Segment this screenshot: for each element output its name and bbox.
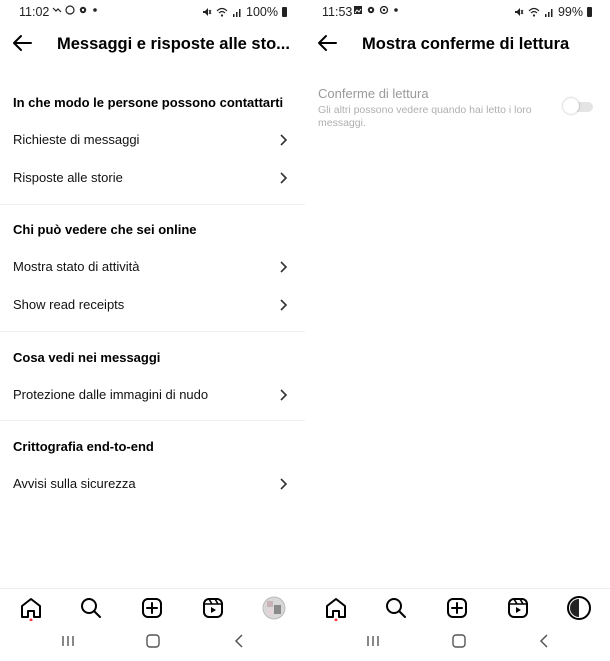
recent-apps-icon[interactable] [365, 634, 381, 648]
status-time: 11:02 [19, 5, 50, 19]
read-receipts-setting: Conferme di lettura Gli altri possono ve… [318, 86, 553, 130]
top-header: Mostra conferme di lettura [305, 28, 610, 64]
dot-icon [394, 8, 398, 12]
home-icon[interactable] [323, 595, 349, 621]
chevron-right-icon [280, 134, 288, 146]
home-icon[interactable] [18, 595, 44, 621]
chevron-right-icon [280, 478, 288, 490]
status-right: 100% [202, 5, 287, 19]
messages-settings-screen: 11:02 100% Messaggi e risposte alle sto.… [0, 0, 305, 661]
security-alerts-item[interactable]: Avvisi sulla sicurezza [0, 467, 300, 501]
read-receipts-item[interactable]: Show read receipts [0, 288, 300, 322]
notification-icons [353, 5, 400, 15]
page-title: Mostra conferme di lettura [362, 35, 570, 53]
whatsapp-icon [65, 5, 75, 15]
activity-status-item[interactable]: Mostra stato di attività [0, 250, 300, 284]
reels-icon[interactable] [505, 595, 531, 621]
bottom-navigation [0, 588, 305, 625]
gallery-icon [354, 6, 362, 14]
back-button-icon[interactable] [537, 634, 553, 648]
section-title-messages: Cosa vedi nei messaggi [13, 350, 161, 365]
item-label: Mostra stato di attività [13, 259, 140, 274]
settings-gear-icon [367, 6, 375, 14]
story-replies-item[interactable]: Risposte alle storie [0, 161, 300, 195]
home-button-icon[interactable] [451, 634, 467, 648]
search-icon[interactable] [383, 595, 409, 621]
signal-icon [233, 9, 241, 17]
chevron-right-icon [280, 389, 288, 401]
battery-icon [282, 7, 287, 17]
battery-icon [587, 7, 592, 17]
battery-level: 99% [557, 5, 583, 19]
back-arrow-icon[interactable] [11, 32, 33, 54]
status-bar: 11:53 99% [305, 0, 610, 24]
read-receipts-toggle[interactable] [563, 98, 595, 115]
setting-description: Gli altri possono vedere quando hai lett… [318, 104, 532, 129]
item-label: Richieste di messaggi [13, 132, 140, 147]
recent-apps-icon[interactable] [60, 634, 76, 648]
read-receipts-screen: 11:53 99% Mostra conferme di lettura Con… [305, 0, 610, 661]
divider [0, 420, 305, 421]
chevron-right-icon [280, 299, 288, 311]
reels-icon[interactable] [200, 595, 226, 621]
bottom-navigation [305, 588, 610, 625]
back-arrow-icon[interactable] [316, 32, 338, 54]
status-right: 99% [514, 5, 592, 19]
mute-icon [514, 8, 524, 16]
toggle-knob [563, 98, 579, 114]
create-icon[interactable] [139, 595, 165, 621]
back-button-icon[interactable] [232, 634, 248, 648]
home-button-icon[interactable] [145, 634, 161, 648]
profile-avatar[interactable] [566, 595, 592, 621]
status-time: 11:53 [322, 5, 353, 19]
missed-call-icon [52, 7, 62, 13]
status-bar: 11:02 100% [0, 0, 305, 24]
battery-level: 100% [246, 5, 278, 19]
settings-gear-icon [79, 6, 87, 14]
section-title-online: Chi può vedere che sei online [13, 222, 197, 237]
search-icon[interactable] [78, 595, 104, 621]
message-requests-item[interactable]: Richieste di messaggi [0, 123, 300, 157]
divider [0, 331, 305, 332]
create-icon[interactable] [444, 595, 470, 621]
mute-icon [203, 8, 212, 16]
profile-avatar[interactable] [261, 595, 287, 621]
section-title-contact: In che modo le persone possono contattar… [13, 95, 284, 110]
item-label: Show read receipts [13, 297, 125, 312]
dot-icon [93, 8, 97, 12]
nudity-protection-item[interactable]: Protezione dalle immagini di nudo [0, 378, 300, 412]
sync-icon [379, 5, 389, 15]
wifi-icon [216, 7, 228, 17]
item-label: Risposte alle storie [13, 170, 123, 185]
item-label: Protezione dalle immagini di nudo [13, 387, 209, 402]
chevron-right-icon [280, 172, 288, 184]
setting-label: Conferme di lettura [318, 86, 429, 101]
page-title: Messaggi e risposte alle sto... [57, 35, 290, 53]
wifi-icon [528, 7, 540, 17]
system-navigation [0, 628, 305, 661]
divider [0, 204, 305, 205]
top-header: Messaggi e risposte alle sto... [0, 28, 305, 64]
section-title-encryption: Crittografia end-to-end [13, 439, 154, 454]
chevron-right-icon [280, 261, 288, 273]
item-label: Avvisi sulla sicurezza [13, 476, 136, 491]
system-navigation [305, 628, 610, 661]
notification-icons [52, 5, 99, 15]
signal-icon [544, 9, 553, 17]
